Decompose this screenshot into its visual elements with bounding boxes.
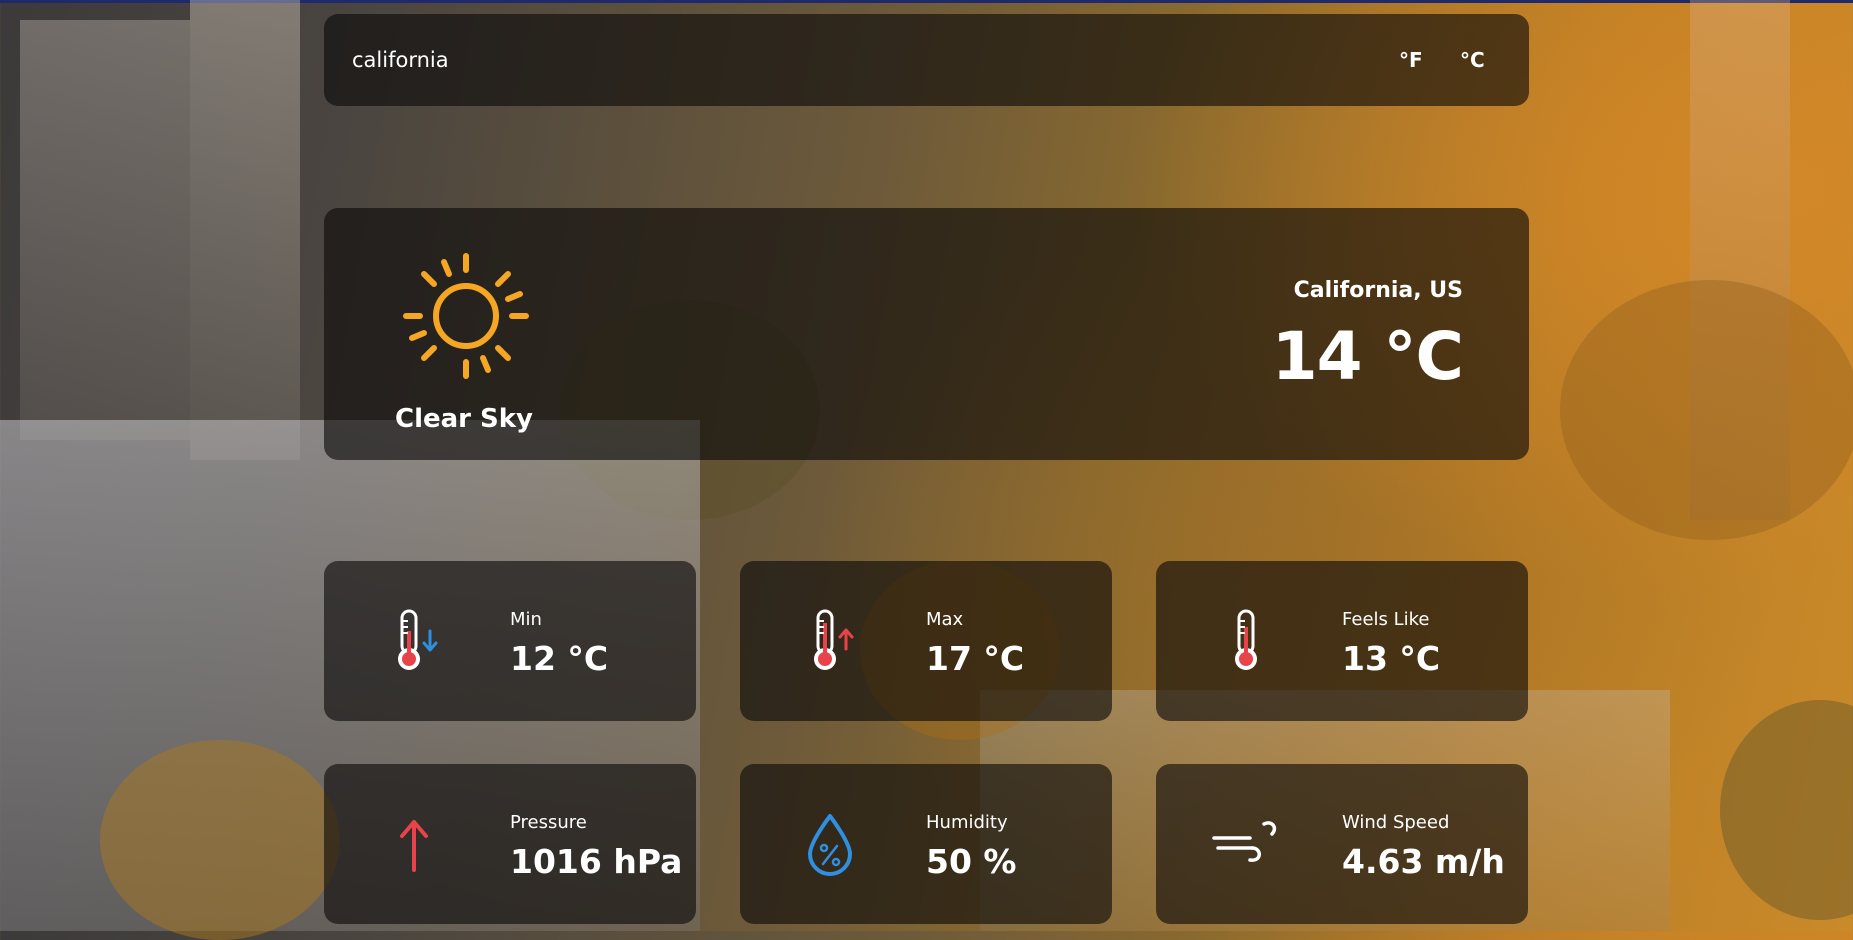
wind-speed-value: 4.63 m/h (1342, 842, 1505, 881)
humidity-value: 50 % (926, 842, 1017, 881)
current-temperature: 14 °C (1271, 318, 1464, 395)
pressure-label: Pressure (510, 812, 587, 833)
wind-icon (1212, 821, 1277, 862)
thermometer-icon (1235, 609, 1257, 670)
feels-like-label: Feels Like (1342, 609, 1430, 630)
current-weather-card: Clear Sky California, US 14 °C (324, 208, 1529, 460)
thermometer-down-icon (398, 609, 438, 670)
min-label: Min (510, 609, 542, 630)
fahrenheit-button[interactable]: °F (1399, 46, 1423, 74)
max-label: Max (926, 609, 964, 630)
max-temp-card: Max 17 °C (740, 561, 1112, 721)
background-building (20, 20, 190, 440)
min-value: 12 °C (510, 639, 609, 678)
location-name: California, US (1293, 278, 1463, 303)
feels-like-value: 13 °C (1342, 639, 1441, 678)
background-tree (1560, 280, 1853, 540)
min-temp-card: Min 12 °C (324, 561, 696, 721)
sun-icon (403, 253, 529, 379)
search-bar: °F °C (324, 14, 1529, 106)
arrow-up-icon (400, 820, 428, 872)
background-building (190, 0, 300, 460)
thermometer-up-icon (814, 609, 854, 670)
feels-like-card: Feels Like 13 °C (1156, 561, 1528, 721)
background-tree (100, 740, 340, 940)
max-value: 17 °C (926, 639, 1025, 678)
wind-speed-card: Wind Speed 4.63 m/h (1156, 764, 1528, 924)
humidity-drop-icon (808, 814, 852, 876)
search-input[interactable] (352, 44, 1052, 76)
wind-speed-label: Wind Speed (1342, 812, 1450, 833)
celsius-button[interactable]: °C (1460, 46, 1485, 74)
humidity-label: Humidity (926, 812, 1008, 833)
pressure-value: 1016 hPa (510, 842, 683, 881)
weather-condition: Clear Sky (394, 404, 533, 434)
humidity-card: Humidity 50 % (740, 764, 1112, 924)
pressure-card: Pressure 1016 hPa (324, 764, 696, 924)
background-tree (1720, 700, 1853, 920)
